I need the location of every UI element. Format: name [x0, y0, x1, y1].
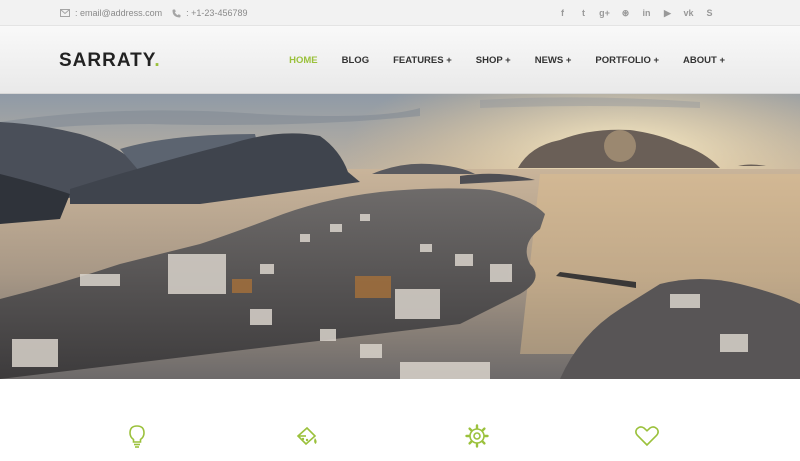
dribbble-icon[interactable]: ⊛	[615, 0, 636, 26]
features-section	[0, 379, 800, 461]
email-contact[interactable]: : email@address.com	[60, 8, 162, 18]
nav-news[interactable]: NEWS +	[535, 55, 572, 66]
paint-bucket-icon	[292, 421, 322, 451]
logo-text: SARRATY	[59, 50, 155, 71]
google-plus-icon[interactable]: g+	[594, 0, 615, 26]
hero-landscape	[0, 94, 800, 379]
phone-text: : +1-23-456789	[186, 8, 248, 18]
envelope-icon	[60, 9, 70, 17]
top-bar: : email@address.com : +1-23-456789 f t g…	[0, 0, 800, 26]
nav-shop[interactable]: SHOP +	[476, 55, 511, 66]
nav-blog[interactable]: BLOG	[342, 55, 369, 66]
nav-home[interactable]: HOME	[289, 55, 318, 66]
phone-icon	[172, 9, 181, 17]
email-text: : email@address.com	[75, 8, 163, 18]
skype-icon[interactable]: S	[699, 0, 720, 26]
hero-image	[0, 94, 800, 379]
social-links: f t g+ ⊛ in ▶ vk S	[552, 0, 720, 26]
youtube-icon[interactable]: ▶	[657, 0, 678, 26]
logo-dot: .	[154, 50, 161, 71]
main-nav: HOME BLOG FEATURES + SHOP + NEWS + PORTF…	[265, 26, 725, 94]
phone-contact[interactable]: : +1-23-456789	[172, 8, 247, 18]
gear-icon	[462, 421, 492, 451]
lightbulb-icon	[122, 421, 152, 451]
nav-portfolio[interactable]: PORTFOLIO +	[595, 55, 659, 66]
twitter-icon[interactable]: t	[573, 0, 594, 26]
site-logo[interactable]: SARRATY.	[59, 50, 161, 72]
contact-info: : email@address.com : +1-23-456789	[60, 0, 257, 26]
nav-features[interactable]: FEATURES +	[393, 55, 452, 66]
nav-about[interactable]: ABOUT +	[683, 55, 725, 66]
linkedin-icon[interactable]: in	[636, 0, 657, 26]
vk-icon[interactable]: vk	[678, 0, 699, 26]
facebook-icon[interactable]: f	[552, 0, 573, 26]
heart-icon	[632, 421, 662, 451]
site-header: SARRATY. HOME BLOG FEATURES + SHOP + NEW…	[0, 26, 800, 94]
